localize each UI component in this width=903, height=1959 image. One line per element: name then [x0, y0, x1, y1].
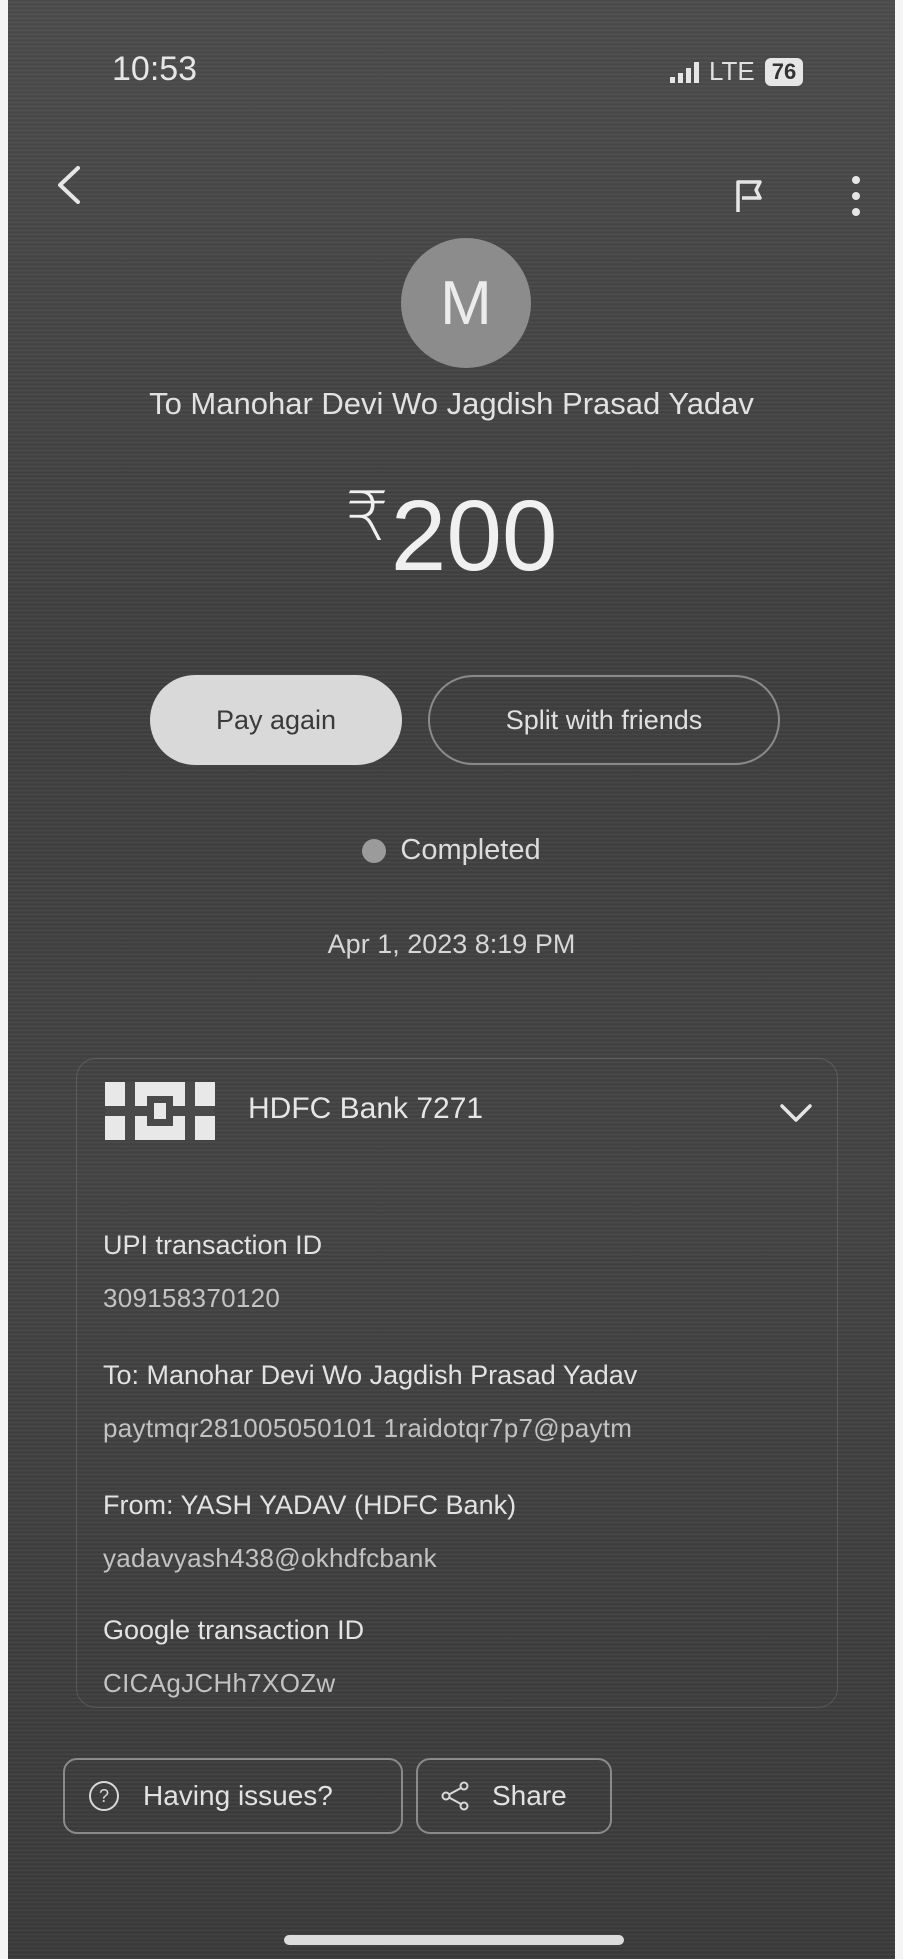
home-indicator — [284, 1935, 624, 1945]
back-arrow-icon[interactable] — [48, 162, 94, 208]
bank-account: HDFC Bank 7271 — [248, 1092, 484, 1125]
status-time: 10:53 — [112, 50, 198, 88]
amount-value: 200 — [390, 480, 558, 592]
chevron-down-icon[interactable] — [776, 1098, 816, 1128]
pay-again-button[interactable]: Pay again — [150, 675, 402, 765]
sender-label: From: YASH YADAV (HDFC Bank) — [103, 1490, 517, 1520]
status-text: Completed — [400, 834, 541, 866]
recipient-label: To: Manohar Devi Wo Jagdish Prasad Yadav — [103, 1360, 638, 1390]
share-icon — [441, 1781, 469, 1811]
phone-screen: 10:53 LTE 76 M To Manohar Devi Wo Jagdis… — [8, 0, 895, 1959]
status-indicators: LTE 76 — [670, 56, 804, 87]
google-transaction-id: CICAgJCHh7XOZw — [103, 1668, 336, 1698]
having-issues-button[interactable]: ? Having issues? — [63, 1758, 403, 1834]
amount: ₹200 — [8, 478, 895, 594]
network-label: LTE — [709, 56, 755, 86]
more-vert-icon[interactable] — [846, 172, 866, 220]
avatar: M — [401, 238, 531, 368]
share-label: Share — [492, 1780, 567, 1811]
currency-symbol: ₹ — [345, 479, 389, 555]
help-icon: ? — [89, 1781, 119, 1811]
payment-datetime: Apr 1, 2023 8:19 PM — [327, 929, 576, 959]
flag-icon[interactable] — [730, 176, 770, 216]
hdfc-bank-logo — [105, 1082, 215, 1140]
upi-transaction-id: 309158370120 — [103, 1283, 281, 1313]
google-transaction-label: Google transaction ID — [103, 1615, 365, 1645]
split-with-friends-button[interactable]: Split with friends — [428, 675, 780, 765]
sender-upi-id: yadavyash438@okhdfcbank — [103, 1543, 437, 1573]
share-button[interactable]: Share — [416, 1758, 612, 1834]
having-issues-label: Having issues? — [143, 1780, 333, 1811]
upi-transaction-label: UPI transaction ID — [103, 1230, 323, 1260]
payment-status: Completed — [8, 834, 895, 867]
signal-icon — [670, 61, 699, 83]
battery-indicator: 76 — [764, 57, 804, 86]
recipient-upi-id: paytmqr281005050101 1raidotqr7p7@paytm — [103, 1413, 633, 1443]
payee-title: To Manohar Devi Wo Jagdish Prasad Yadav — [149, 386, 754, 421]
check-circle-icon — [362, 838, 387, 863]
